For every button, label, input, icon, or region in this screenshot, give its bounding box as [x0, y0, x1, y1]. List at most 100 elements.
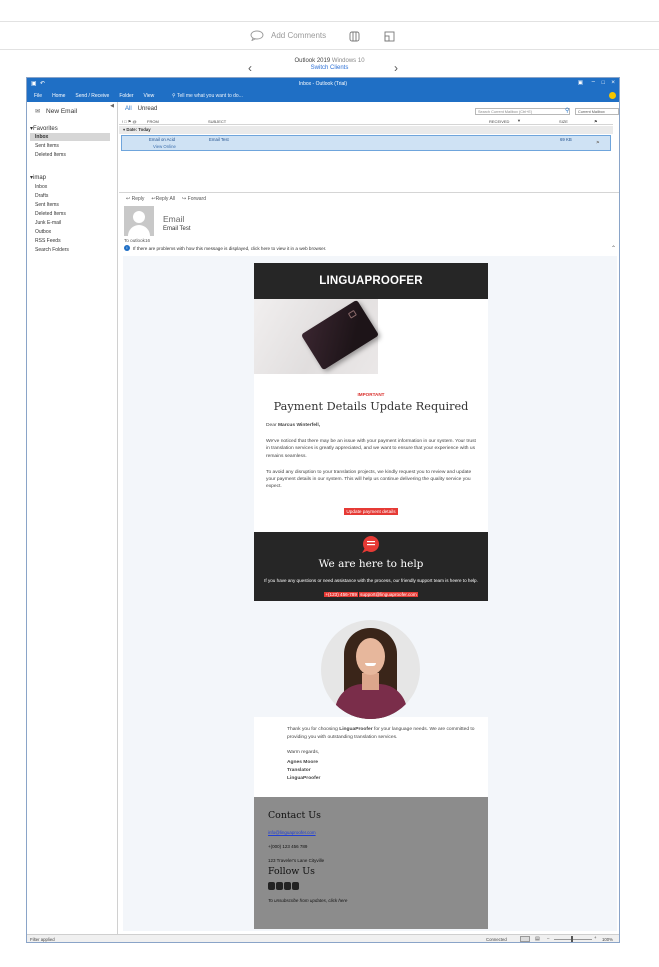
nav-fav-inbox[interactable]: Inbox — [30, 133, 110, 141]
col-from[interactable]: FROM — [147, 119, 159, 124]
tab-view[interactable]: View — [144, 93, 155, 99]
tab-folder[interactable]: Folder — [119, 93, 133, 99]
nav-imap-drafts[interactable]: Drafts — [30, 192, 110, 200]
search-icon[interactable]: ⚲ — [565, 107, 569, 114]
email-body: LINGUAPROOFER IMPORTANT Payment Details … — [123, 256, 617, 931]
minimize-icon[interactable]: – — [592, 79, 595, 85]
col-size[interactable]: SIZE — [559, 119, 568, 124]
youtube-icon[interactable] — [284, 881, 291, 890]
col-received[interactable]: RECEIVED — [489, 119, 509, 124]
flag-icon[interactable]: ⚑ — [596, 140, 600, 146]
nav-imap-deleted[interactable]: Deleted Items — [30, 210, 110, 218]
signoff-section: Thank you for choosing LinguaProofer for… — [254, 717, 488, 797]
nav-imap-outbox[interactable]: Outbox — [30, 228, 110, 236]
status-bar: Filter applied Connected ▤ – + 100% — [27, 934, 619, 942]
message-list: All Unread Search Current Mailbox (Ctrl+… — [119, 102, 619, 192]
help-phone-link[interactable]: +(123) 456-789 — [324, 592, 358, 598]
tab-send-receive[interactable]: Send / Receive — [75, 93, 109, 99]
tell-me-text: Tell me what you want to do... — [176, 93, 243, 99]
group-header[interactable]: ▾ Date: Today — [119, 126, 613, 134]
normal-view-icon[interactable] — [520, 936, 530, 942]
favorites-header[interactable]: ▾Favorites — [30, 125, 58, 132]
update-payment-button[interactable]: Update payment details — [344, 508, 398, 516]
sort-down-icon[interactable]: ▼ — [517, 118, 521, 123]
nav-imap-rss[interactable]: RSS Feeds — [30, 237, 110, 245]
paragraph-2: To avoid any disruption to your translat… — [266, 469, 472, 490]
reading-view-icon[interactable]: ▤ — [535, 936, 540, 942]
info-bar[interactable]: i If there are problems with how this me… — [124, 245, 326, 251]
chat-bubble-icon — [362, 536, 379, 554]
hero-image — [254, 299, 488, 374]
new-email-icon: ✉ — [35, 109, 41, 115]
zoom-slider[interactable] — [554, 939, 592, 940]
nav-fav-sent[interactable]: Sent Items — [30, 142, 110, 150]
switch-clients-link[interactable]: Switch Clients — [0, 65, 659, 71]
facebook-icon[interactable] — [268, 881, 275, 890]
help-email-link[interactable]: support@linguaproofer.com — [359, 592, 418, 598]
imap-header[interactable]: ▾imap — [30, 174, 46, 181]
x-twitter-icon[interactable] — [292, 881, 299, 890]
content-section: IMPORTANT Payment Details Update Require… — [254, 374, 488, 533]
translator-portrait — [321, 620, 420, 720]
collapse-header-icon[interactable]: ⌃ — [611, 245, 616, 252]
info-text: If there are problems with how this mess… — [133, 245, 327, 251]
forward-icon: ↪ — [182, 196, 187, 202]
to-value[interactable]: outlook16 — [130, 238, 150, 243]
reply-button[interactable]: ↩ Reply — [126, 196, 144, 202]
view-online-link[interactable]: View Online — [153, 144, 176, 149]
reply-all-button[interactable]: ↩Reply All — [151, 196, 175, 202]
zoom-slider-thumb[interactable] — [571, 936, 573, 942]
nav-imap-junk[interactable]: Junk E-mail — [30, 219, 110, 227]
new-email-button[interactable]: ✉ New Email — [35, 108, 77, 115]
search-input[interactable]: Search Current Mailbox (Ctrl+E) — [475, 108, 570, 115]
close-icon[interactable]: × — [611, 79, 615, 86]
layout-view-icon[interactable] — [384, 31, 395, 42]
tell-me-box[interactable]: ⚲ Tell me what you want to do... — [172, 93, 243, 99]
message-from: Email on Acid — [149, 137, 176, 142]
social-links — [268, 881, 474, 890]
search-scope-value: Current Mailbox — [578, 110, 605, 114]
message-row[interactable]: Email on Acid View Online Email Test 69 … — [121, 135, 611, 151]
contact-email-link[interactable]: info@linguaproofer.com — [268, 830, 474, 835]
column-icons[interactable]: ! □ ⚑ @ — [122, 119, 137, 124]
search-scope-dropdown[interactable]: Current Mailbox — [575, 108, 619, 115]
forward-button[interactable]: ↪ Forward — [182, 196, 206, 202]
new-email-label: New Email — [46, 108, 78, 115]
zoom-out-icon[interactable]: – — [547, 936, 549, 941]
email-template: LINGUAPROOFER IMPORTANT Payment Details … — [254, 263, 488, 929]
maximize-icon[interactable]: □ — [602, 80, 605, 86]
nav-imap-sent[interactable]: Sent Items — [30, 201, 110, 209]
add-comments-button[interactable]: Add Comments — [250, 30, 326, 41]
col-subject[interactable]: SUBJECT — [208, 119, 226, 124]
collapse-pane-icon[interactable]: ◀ — [110, 103, 114, 109]
status-connected: Connected — [486, 937, 507, 942]
nav-imap-search-folders[interactable]: Search Folders — [30, 246, 110, 254]
ribbon-options-icon[interactable]: ▣ — [578, 80, 583, 86]
sender-avatar — [124, 206, 154, 236]
contact-phone: +(000) 123 456 789 — [268, 843, 308, 849]
feedback-smiley-icon[interactable] — [609, 92, 616, 99]
zoom-level[interactable]: 100% — [602, 937, 613, 942]
col-flag-icon[interactable]: ⚑ — [594, 119, 598, 124]
nav-imap-inbox[interactable]: Inbox — [30, 183, 110, 191]
paragraph-1: We've noticed that there may be an issue… — [266, 439, 476, 459]
message-subject: Email Test — [209, 137, 229, 142]
signature-name: Agnes Moore — [287, 760, 318, 766]
sender-name[interactable]: Email — [163, 214, 184, 224]
tab-file[interactable]: File — [34, 93, 42, 99]
unsubscribe-link[interactable]: To unsubscribe from updates, click here — [268, 898, 474, 903]
zoom-in-icon[interactable]: + — [594, 935, 597, 940]
ribbon: File Home Send / Receive Folder View ⚲ T… — [27, 90, 619, 102]
signature-title: Translator — [287, 768, 311, 774]
client-name: Outlook 2019 — [294, 58, 331, 64]
device-view-icon[interactable] — [349, 31, 360, 42]
client-platform: Windows 10 — [331, 58, 365, 64]
instagram-icon[interactable] — [276, 881, 283, 890]
tab-home[interactable]: Home — [52, 93, 65, 99]
filter-unread[interactable]: Unread — [138, 106, 158, 112]
message-size: 69 KB — [560, 137, 572, 142]
nav-fav-deleted[interactable]: Deleted Items — [30, 151, 110, 159]
help-section: We are here to help If you have any ques… — [254, 532, 488, 602]
filter-all[interactable]: All — [125, 106, 132, 112]
contact-title: Contact Us — [268, 809, 321, 821]
